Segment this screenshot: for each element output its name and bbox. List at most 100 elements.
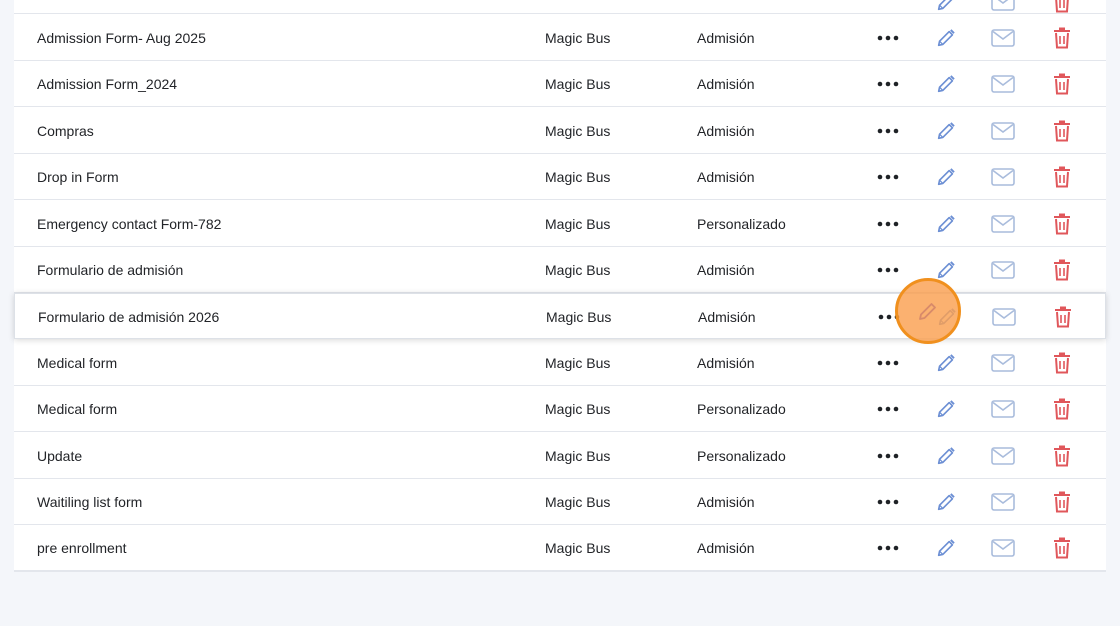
table-row[interactable]: Admission Form- Aug 2025 Magic Bus Admis… [14, 15, 1106, 61]
table-row[interactable]: Medical form Magic Bus Personalizado [14, 386, 1106, 433]
trash-icon[interactable] [1050, 26, 1074, 50]
form-type: Admisión [697, 494, 755, 510]
form-name[interactable]: Medical form [37, 340, 117, 386]
more-icon[interactable] [876, 351, 900, 375]
form-name[interactable]: Medical form [37, 386, 117, 432]
more-icon[interactable] [876, 490, 900, 514]
envelope-icon[interactable] [991, 0, 1015, 14]
pencil-icon[interactable] [934, 351, 958, 375]
table-row[interactable]: pre enrollment Magic Bus Admisión [14, 525, 1106, 572]
envelope-icon[interactable] [991, 258, 1015, 282]
form-name[interactable]: Update [37, 433, 82, 479]
form-organization: Magic Bus [545, 540, 611, 557]
pencil-icon[interactable] [934, 165, 958, 189]
pencil-icon[interactable] [934, 212, 958, 236]
pencil-icon[interactable] [934, 444, 958, 468]
table-row[interactable]: Medical form Magic Bus Admisión [14, 339, 1106, 386]
form-type: Admisión [697, 30, 755, 46]
form-organization: Magic Bus [545, 30, 611, 46]
more-icon[interactable] [876, 258, 900, 282]
trash-icon[interactable] [1050, 165, 1074, 189]
more-icon[interactable] [876, 165, 900, 189]
more-icon[interactable] [876, 444, 900, 468]
envelope-icon[interactable] [991, 26, 1015, 50]
form-organization: Magic Bus [545, 76, 611, 93]
trash-icon[interactable] [1050, 490, 1074, 514]
envelope-icon[interactable] [991, 72, 1015, 96]
form-organization: Magic Bus [545, 122, 611, 139]
pencil-icon[interactable] [934, 26, 958, 50]
form-type: Admisión [697, 169, 755, 186]
forms-table: Admission Form- Aug 2025 Magic Bus Admis… [14, 0, 1106, 572]
envelope-icon[interactable] [991, 397, 1015, 421]
more-icon[interactable] [876, 72, 900, 96]
trash-icon[interactable] [1051, 305, 1075, 329]
trash-icon[interactable] [1050, 0, 1074, 14]
pencil-icon[interactable] [934, 397, 958, 421]
form-type: Personalizado [697, 215, 786, 232]
pencil-icon[interactable] [934, 0, 958, 14]
trash-icon[interactable] [1050, 536, 1074, 560]
trash-icon[interactable] [1050, 119, 1074, 143]
trash-icon[interactable] [1050, 351, 1074, 375]
table-row[interactable]: Update Magic Bus Personalizado [14, 432, 1106, 479]
envelope-icon[interactable] [991, 444, 1015, 468]
form-type: Admisión [697, 76, 755, 93]
trash-icon[interactable] [1050, 444, 1074, 468]
envelope-icon[interactable] [991, 212, 1015, 236]
form-type: Admisión [697, 354, 755, 371]
form-organization: Magic Bus [545, 262, 611, 278]
envelope-icon[interactable] [991, 536, 1015, 560]
more-icon[interactable] [876, 397, 900, 421]
more-icon[interactable] [877, 305, 901, 329]
form-organization: Magic Bus [545, 447, 611, 464]
form-organization: Magic Bus [546, 309, 612, 326]
form-name[interactable]: Admission Form_2024 [37, 61, 177, 107]
trash-icon[interactable] [1050, 258, 1074, 282]
form-type: Personalizado [697, 447, 786, 464]
pencil-icon[interactable] [934, 119, 958, 143]
table-row[interactable]: Drop in Form Magic Bus Admisión [14, 154, 1106, 201]
form-type: Admisión [698, 309, 756, 326]
more-icon[interactable] [876, 26, 900, 50]
pencil-icon[interactable] [935, 305, 959, 329]
form-organization: Magic Bus [545, 354, 611, 371]
form-name[interactable]: Formulario de admisión 2026 [38, 294, 219, 340]
table-row[interactable]: Admission Form_2024 Magic Bus Admisión [14, 61, 1106, 108]
table-row[interactable]: Formulario de admisión Magic Bus Admisió… [14, 247, 1106, 293]
trash-icon[interactable] [1050, 212, 1074, 236]
form-name[interactable]: Waitiling list form [37, 479, 142, 525]
form-organization: Magic Bus [545, 169, 611, 186]
envelope-icon[interactable] [991, 351, 1015, 375]
pencil-icon[interactable] [934, 72, 958, 96]
more-icon[interactable] [876, 212, 900, 236]
form-organization: Magic Bus [545, 494, 611, 510]
form-name[interactable]: Admission Form- Aug 2025 [37, 15, 206, 61]
form-name[interactable]: pre enrollment [37, 525, 127, 571]
form-name[interactable]: Compras [37, 108, 94, 154]
table-row[interactable]: Formulario de admisión 2026 Magic Bus Ad… [14, 293, 1106, 340]
table-row[interactable]: Emergency contact Form-782 Magic Bus Per… [14, 200, 1106, 247]
envelope-icon[interactable] [991, 165, 1015, 189]
trash-icon[interactable] [1050, 397, 1074, 421]
more-icon[interactable] [876, 536, 900, 560]
envelope-icon[interactable] [991, 119, 1015, 143]
form-organization: Magic Bus [545, 401, 611, 418]
pencil-icon[interactable] [934, 258, 958, 282]
form-type: Admisión [697, 262, 755, 278]
form-type: Personalizado [697, 401, 786, 418]
envelope-icon[interactable] [991, 490, 1015, 514]
form-name[interactable]: Formulario de admisión [37, 247, 183, 293]
table-row[interactable]: Waitiling list form Magic Bus Admisión [14, 479, 1106, 525]
form-organization: Magic Bus [545, 215, 611, 232]
pencil-icon[interactable] [934, 490, 958, 514]
form-type: Admisión [697, 122, 755, 139]
more-icon[interactable] [876, 119, 900, 143]
trash-icon[interactable] [1050, 72, 1074, 96]
envelope-icon[interactable] [992, 305, 1016, 329]
form-name[interactable]: Drop in Form [37, 154, 119, 200]
pencil-icon[interactable] [934, 536, 958, 560]
form-type: Admisión [697, 540, 755, 557]
form-name[interactable]: Emergency contact Form-782 [37, 201, 221, 247]
table-row[interactable]: Compras Magic Bus Admisión [14, 107, 1106, 154]
